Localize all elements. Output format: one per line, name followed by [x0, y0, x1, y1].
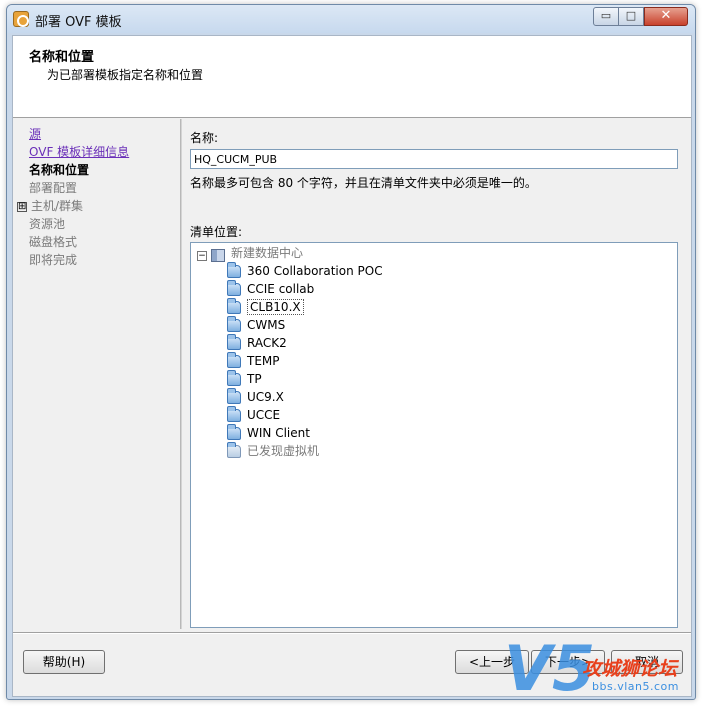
tree-item[interactable]: TEMP [227, 352, 280, 370]
tree-item[interactable]: 已发现虚拟机 [227, 442, 319, 460]
step-host-cluster: ⊞ 主机/群集 [17, 197, 83, 214]
name-input[interactable] [190, 149, 678, 169]
page-subtitle: 为已部署模板指定名称和位置 [47, 68, 204, 82]
tree-item-label: WIN Client [247, 426, 310, 440]
tree-root-label: 新建数据中心 [231, 246, 304, 260]
step-ovf-details[interactable]: OVF 模板详细信息 [29, 143, 129, 160]
minimize-button[interactable]: ▭ [593, 7, 619, 26]
step-host-cluster-label: 主机/群集 [31, 199, 84, 213]
wizard-steps: 源 OVF 模板详细信息 名称和位置 部署配置 ⊞ 主机/群集 资源池 磁盘格式 … [13, 119, 180, 629]
name-hint: 名称最多可包含 80 个字符，并且在清单文件夹中必须是唯一的。 [190, 176, 537, 190]
footer-divider [13, 632, 691, 634]
tree-item-label: CLB10.X [247, 299, 304, 315]
tree-item-selected[interactable]: CLB10.X [227, 298, 304, 316]
tree-item-label: 已发现虚拟机 [247, 444, 320, 458]
title-bar[interactable]: 部署 OVF 模板 ▭ □ ✕ [7, 5, 695, 33]
tree-item[interactable]: CWMS [227, 316, 285, 334]
step-deploy-config: 部署配置 [29, 181, 78, 195]
tree-item-label: UCCE [247, 408, 281, 422]
expand-icon[interactable]: ⊞ [17, 201, 27, 212]
tree-item[interactable]: 360 Collaboration POC [227, 262, 383, 280]
step-disk-format: 磁盘格式 [29, 235, 78, 249]
folder-icon [227, 298, 241, 314]
tree-item[interactable]: UC9.X [227, 388, 284, 406]
tree-item[interactable]: RACK2 [227, 334, 287, 352]
back-button[interactable]: <上一步 [455, 650, 529, 674]
cancel-button[interactable]: 取消 [611, 650, 683, 674]
app-icon [13, 11, 29, 27]
tree-item-label: TP [247, 372, 262, 386]
tree-item-label: CWMS [247, 318, 286, 332]
step-source[interactable]: 源 [29, 125, 41, 142]
tree-item[interactable]: WIN Client [227, 424, 310, 442]
close-button[interactable]: ✕ [644, 7, 688, 26]
tree-item-label: UC9.X [247, 390, 284, 404]
tree-item-label: 360 Collaboration POC [247, 264, 383, 278]
folder-icon [227, 352, 241, 368]
tree-item-label: CCIE collab [247, 282, 315, 296]
step-ready: 即将完成 [29, 253, 78, 267]
folder-icon [227, 334, 241, 350]
maximize-button[interactable]: □ [619, 7, 644, 26]
wizard-content: 名称: 名称最多可包含 80 个字符，并且在清单文件夹中必须是唯一的。 清单位置… [182, 119, 691, 629]
next-button[interactable]: 下一步> [531, 650, 605, 674]
page-title: 名称和位置 [29, 50, 95, 65]
datacenter-icon [211, 249, 225, 262]
folder-icon [227, 262, 241, 278]
tree-root[interactable]: − 新建数据中心 [191, 244, 671, 262]
dialog-client: 名称和位置 为已部署模板指定名称和位置 源 OVF 模板详细信息 名称和位置 部… [12, 35, 692, 697]
wizard-header: 名称和位置 为已部署模板指定名称和位置 [13, 36, 691, 118]
step-resource-pool: 资源池 [29, 217, 66, 231]
folder-icon [227, 370, 241, 386]
folder-icon [227, 280, 241, 296]
folder-icon [227, 316, 241, 332]
help-button[interactable]: 帮助(H) [23, 650, 105, 674]
tree-item-label: RACK2 [247, 336, 287, 350]
folder-icon [227, 442, 241, 458]
folder-icon [227, 424, 241, 440]
deploy-ovf-window: 部署 OVF 模板 ▭ □ ✕ 名称和位置 为已部署模板指定名称和位置 源 OV… [6, 4, 696, 700]
tree-item[interactable]: TP [227, 370, 262, 388]
tree-item-label: TEMP [247, 354, 280, 368]
inventory-tree[interactable]: − 新建数据中心 360 Collaboration POC CCIE coll… [190, 242, 678, 628]
collapse-icon[interactable]: − [197, 251, 207, 261]
inventory-label: 清单位置: [190, 225, 243, 239]
tree-item[interactable]: UCCE [227, 406, 280, 424]
tree-item[interactable]: CCIE collab [227, 280, 314, 298]
folder-icon [227, 388, 241, 404]
folder-icon [227, 406, 241, 422]
step-name-location: 名称和位置 [29, 163, 90, 177]
window-title: 部署 OVF 模板 [35, 15, 122, 30]
name-label: 名称: [190, 131, 219, 145]
